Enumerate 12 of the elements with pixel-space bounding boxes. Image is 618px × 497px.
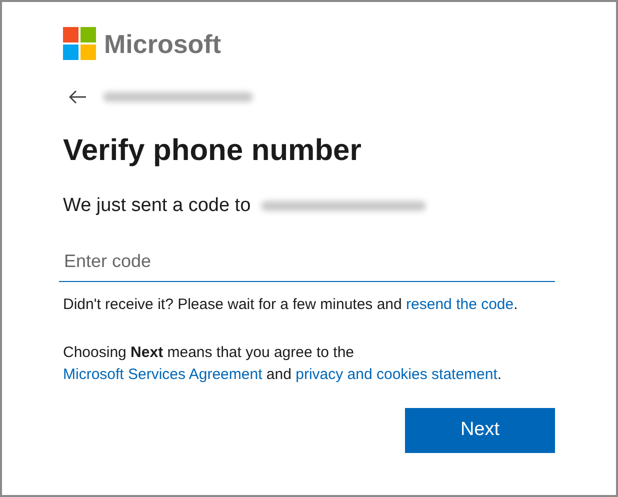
logo-icon [63, 27, 96, 60]
text-link[interactable]: Microsoft Services Agreement [63, 366, 262, 383]
resend-note: Didn't receive it? Please wait for a few minutes and resend the code. [63, 295, 519, 315]
brand-name: Microsoft [104, 30, 221, 56]
page-heading: Verify phone number [63, 133, 362, 169]
agreement-text: Choosing Next means that you agree to the Microsoft Services Agreement and privacy and cookies statement. [63, 343, 503, 385]
code-input-field[interactable]: Enter code [59, 242, 555, 282]
subtitle: We just sent a code to [63, 194, 251, 218]
text-link[interactable]: privacy and cookies statement [296, 366, 498, 383]
back-arrow-icon[interactable] [69, 90, 87, 104]
text-link[interactable]: resend the code [406, 296, 514, 313]
next-button[interactable]: Next [405, 408, 555, 453]
